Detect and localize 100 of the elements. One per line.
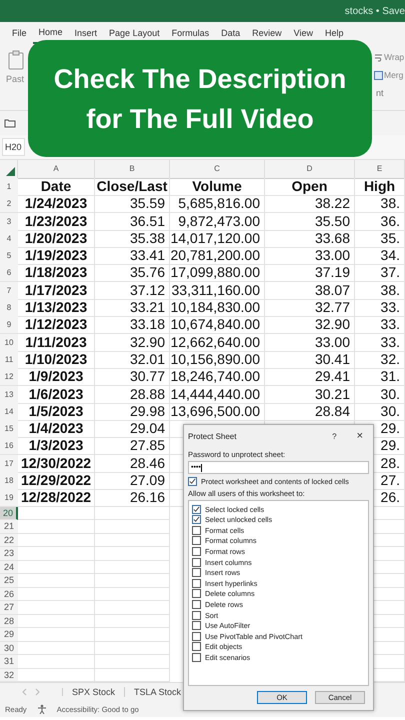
banner-text: for The Full Video xyxy=(86,102,314,136)
ribbon-tab[interactable]: View xyxy=(288,23,319,43)
ribbon-tab[interactable]: Review xyxy=(246,23,288,43)
ribbon-tab[interactable]: File xyxy=(6,23,33,43)
ribbon-tab[interactable]: Help xyxy=(319,23,350,43)
row-header[interactable]: 26 xyxy=(0,588,18,602)
price-cell: 35.38 xyxy=(95,230,170,248)
price-cell: 32.90 xyxy=(265,316,355,334)
column-header[interactable]: E xyxy=(355,160,405,179)
price-cell: 28.88 xyxy=(95,386,170,404)
row-header[interactable]: 2 xyxy=(0,195,18,214)
date-cell: 1/11/2023 xyxy=(18,334,95,352)
row-header[interactable]: 31 xyxy=(0,655,18,669)
row-header[interactable]: 12 xyxy=(0,368,18,386)
price-cell: 29.41 xyxy=(265,368,355,386)
ribbon-tab[interactable]: Data xyxy=(215,23,246,43)
row-header[interactable]: 11 xyxy=(0,350,18,369)
price-cell: 33. xyxy=(355,334,405,352)
group-label: nt xyxy=(376,88,384,98)
price-cell: 35.50 xyxy=(265,212,355,231)
row-header[interactable]: 32 xyxy=(0,668,18,682)
price-cell: 38.07 xyxy=(265,282,355,300)
help-button[interactable]: ? xyxy=(332,432,337,440)
row-header[interactable]: 27 xyxy=(0,601,18,615)
row-header[interactable]: 25 xyxy=(0,574,18,588)
row-header[interactable]: 17 xyxy=(0,454,18,473)
row-header[interactable]: 4 xyxy=(0,230,18,248)
volume-cell: 12,662,640.00 xyxy=(170,334,265,352)
row-header[interactable]: 23 xyxy=(0,547,18,561)
name-box[interactable]: H20 xyxy=(2,138,25,156)
price-cell: 29.98 xyxy=(95,402,170,421)
sheet-tab[interactable]: SPX Stock xyxy=(63,687,126,698)
date-cell: 1/3/2023 xyxy=(18,437,95,456)
column-header[interactable]: A xyxy=(18,160,95,179)
row-header[interactable]: 16 xyxy=(0,437,18,456)
date-cell: 1/17/2023 xyxy=(18,282,95,300)
price-cell: 30.21 xyxy=(265,386,355,404)
price-cell: 29.04 xyxy=(95,420,170,438)
volume-cell: 5,685,816.00 xyxy=(170,195,265,214)
price-cell: 38. xyxy=(355,195,405,214)
price-cell: 33.21 xyxy=(95,299,170,318)
ribbon-tab[interactable]: Formulas xyxy=(166,23,216,43)
row-header[interactable]: 29 xyxy=(0,628,18,642)
row-header[interactable]: 14 xyxy=(0,402,18,421)
window-title: stocks • Save xyxy=(344,6,405,16)
column-header[interactable]: C xyxy=(170,160,265,179)
column-header[interactable]: B xyxy=(95,160,170,179)
date-cell: 1/12/2023 xyxy=(18,316,95,334)
row-header[interactable]: 7 xyxy=(0,282,18,300)
price-cell: 35.76 xyxy=(95,264,170,282)
price-cell: 38.22 xyxy=(265,195,355,214)
price-cell: 32.77 xyxy=(265,299,355,318)
column-header[interactable]: D xyxy=(265,160,355,179)
row-header[interactable]: 6 xyxy=(0,264,18,282)
row-header[interactable]: 18 xyxy=(0,472,18,490)
price-cell: 33. xyxy=(355,316,405,334)
row-header[interactable]: 13 xyxy=(0,386,18,404)
date-cell: 1/10/2023 xyxy=(18,350,95,369)
price-cell: 35. xyxy=(355,230,405,248)
ribbon-tab[interactable]: Insert xyxy=(68,23,104,43)
date-cell: 12/28/2022 xyxy=(18,489,95,508)
price-cell: 33.68 xyxy=(265,230,355,248)
row-header[interactable]: 30 xyxy=(0,642,18,656)
price-cell: 31. xyxy=(355,368,405,386)
price-cell: 32. xyxy=(355,350,405,369)
price-cell: 33.18 xyxy=(95,316,170,334)
row-header[interactable]: 5 xyxy=(0,247,18,266)
date-cell: 1/23/2023 xyxy=(18,212,95,231)
row-header[interactable]: 22 xyxy=(0,534,18,548)
price-cell: 30.77 xyxy=(95,368,170,386)
price-cell: 27.85 xyxy=(95,437,170,456)
price-cell: 33.00 xyxy=(265,247,355,266)
date-cell: 12/30/2022 xyxy=(18,454,95,473)
row-header[interactable]: 1 xyxy=(0,178,18,196)
price-cell: 30.41 xyxy=(265,350,355,369)
row-header[interactable]: 19 xyxy=(0,489,18,508)
column-title-cell: Date xyxy=(18,178,95,196)
ribbon-tab[interactable]: Page Layout xyxy=(103,23,166,43)
price-cell: 33. xyxy=(355,299,405,318)
row-header[interactable]: 24 xyxy=(0,560,18,574)
volume-cell: 33,311,160.00 xyxy=(170,282,265,300)
price-cell: 37.19 xyxy=(265,264,355,282)
row-header[interactable]: 8 xyxy=(0,299,18,318)
price-cell: 26.16 xyxy=(95,489,170,508)
row-header[interactable]: 9 xyxy=(0,316,18,334)
date-cell: 1/4/2023 xyxy=(18,420,95,438)
price-cell: 32.90 xyxy=(95,334,170,352)
volume-cell: 14,017,120.00 xyxy=(170,230,265,248)
price-cell: 38. xyxy=(355,282,405,300)
row-header[interactable]: 28 xyxy=(0,614,18,628)
row-header[interactable]: 20 xyxy=(0,506,18,520)
row-header[interactable]: 21 xyxy=(0,520,18,534)
date-cell: 1/6/2023 xyxy=(18,386,95,404)
row-header[interactable]: 10 xyxy=(0,334,18,352)
volume-cell: 20,781,200.00 xyxy=(170,247,265,266)
row-header[interactable]: 15 xyxy=(0,420,18,438)
date-cell: 1/9/2023 xyxy=(18,368,95,386)
price-cell: 37. xyxy=(355,264,405,282)
price-cell: 33.41 xyxy=(95,247,170,266)
row-header[interactable]: 3 xyxy=(0,212,18,231)
